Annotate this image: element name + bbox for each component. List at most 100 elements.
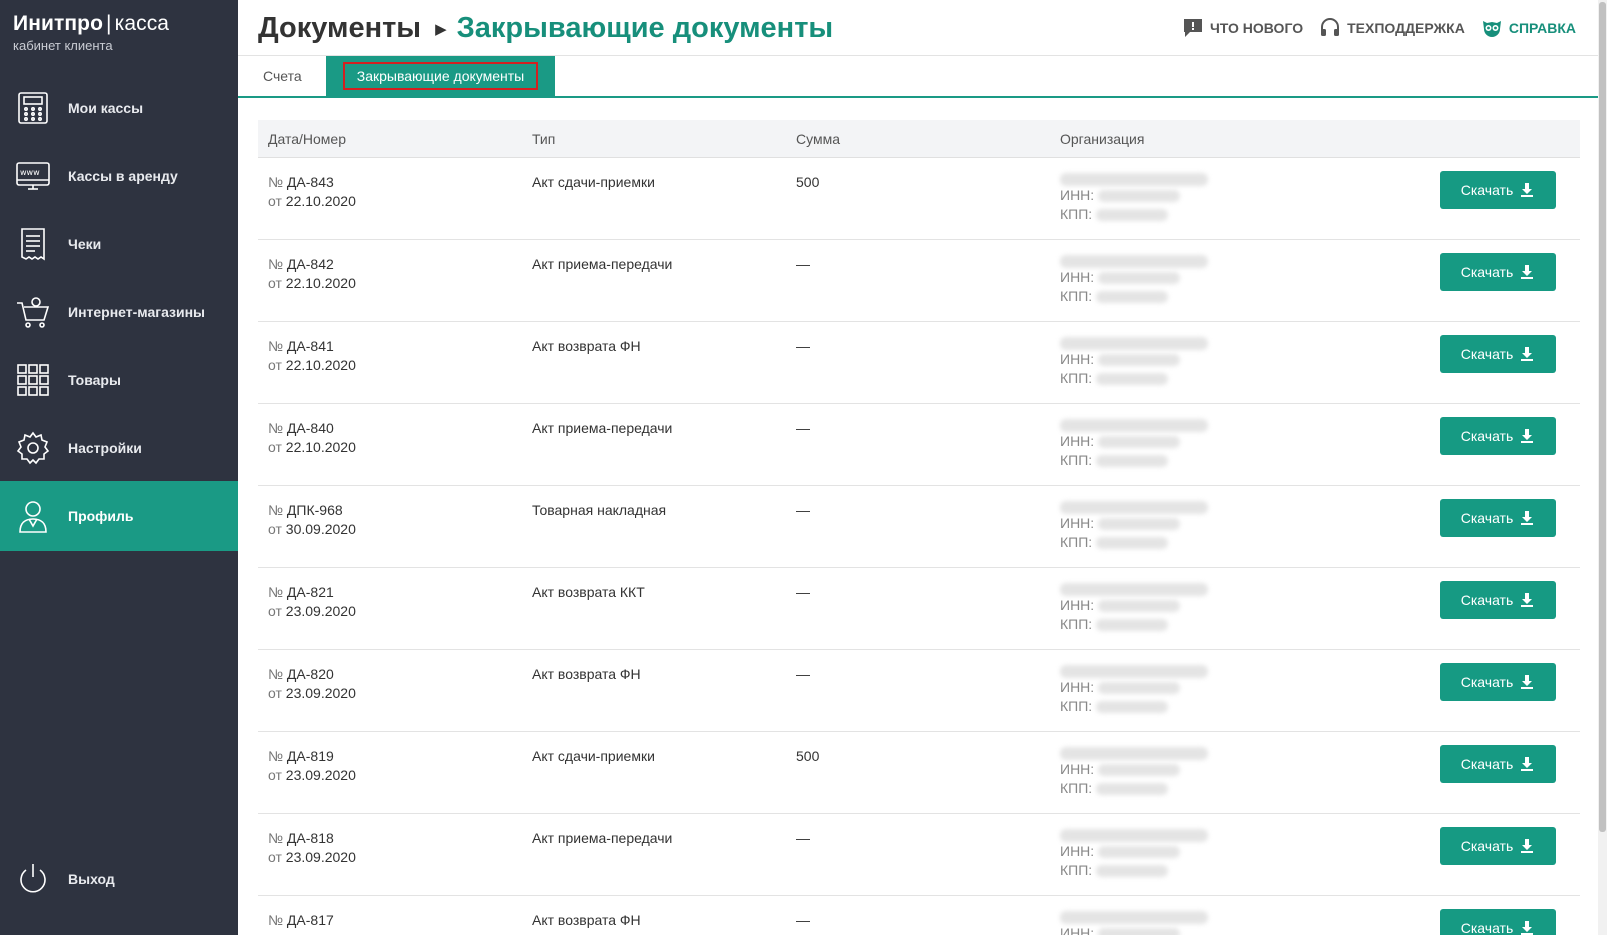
inn-label: ИНН: <box>1060 433 1095 449</box>
document-date: от 23.09.2020 <box>268 602 522 621</box>
breadcrumb: Документы ▶ Закрывающие документы <box>258 12 833 45</box>
org-name <box>1060 255 1440 268</box>
inn-label: ИНН: <box>1060 351 1095 367</box>
download-icon <box>1521 921 1534 935</box>
www-icon: www <box>15 158 51 194</box>
logout-button[interactable]: Выход <box>0 844 238 914</box>
download-button[interactable]: Скачать <box>1440 663 1556 701</box>
download-button[interactable]: Скачать <box>1440 335 1556 373</box>
download-button[interactable]: Скачать <box>1440 581 1556 619</box>
sidebar-item-receipts[interactable]: Чеки <box>0 209 238 279</box>
download-icon <box>1521 511 1534 525</box>
document-number: № ДА-843 <box>268 173 522 192</box>
cell-actions: Скачать <box>1440 896 1580 935</box>
help-link[interactable]: СПРАВКА <box>1481 17 1576 39</box>
power-icon <box>15 861 51 897</box>
kpp-label: КПП: <box>1060 698 1093 714</box>
download-button[interactable]: Скачать <box>1440 417 1556 455</box>
download-icon <box>1521 593 1534 607</box>
org-inn: ИНН: <box>1060 186 1440 205</box>
cell-number: № ДА-841 от 22.10.2020 <box>258 322 522 403</box>
sidebar-item-label: Чеки <box>68 236 102 252</box>
document-number: № ДА-840 <box>268 419 522 438</box>
kpp-label: КПП: <box>1060 206 1093 222</box>
download-button[interactable]: Скачать <box>1440 253 1556 291</box>
redacted-inn <box>1098 681 1181 694</box>
sidebar-item-profile[interactable]: Профиль <box>0 481 238 551</box>
document-number: № ДА-820 <box>268 665 522 684</box>
document-number: № ДА-821 <box>268 583 522 602</box>
redacted-org-name <box>1060 747 1208 760</box>
org-inn: ИНН: <box>1060 760 1440 779</box>
breadcrumb-root[interactable]: Документы <box>258 12 421 45</box>
cell-actions: Скачать <box>1440 650 1580 731</box>
inn-label: ИНН: <box>1060 843 1095 859</box>
scrollbar-thumb[interactable] <box>1599 2 1606 832</box>
document-date: от 22.10.2020 <box>268 438 522 457</box>
download-button[interactable]: Скачать <box>1440 745 1556 783</box>
redacted-org-name <box>1060 911 1208 924</box>
cell-sum: — <box>796 666 810 682</box>
sidebar-item-settings[interactable]: Настройки <box>0 413 238 483</box>
date-prefix: от <box>268 357 282 373</box>
document-date: от 22.10.2020 <box>268 274 522 293</box>
cell-number: № ДА-820 от 23.09.2020 <box>258 650 522 731</box>
inn-label: ИНН: <box>1060 187 1095 203</box>
cell-actions: Скачать <box>1440 486 1580 567</box>
page-title: Закрывающие документы <box>456 12 834 44</box>
whats-new-link[interactable]: ЧТО НОВОГО <box>1182 17 1303 39</box>
cell-sum: — <box>796 502 810 518</box>
inn-label: ИНН: <box>1060 679 1095 695</box>
cell-actions: Скачать <box>1440 158 1580 239</box>
sidebar-item-label: Интернет-магазины <box>68 304 206 320</box>
cell-actions: Скачать <box>1440 240 1580 321</box>
cell-type: Акт приема-передачи <box>532 256 673 272</box>
download-button[interactable]: Скачать <box>1440 171 1556 209</box>
date-prefix: от <box>268 767 282 783</box>
sidebar-item-my-registers[interactable]: Мои кассы <box>0 73 238 143</box>
download-button[interactable]: Скачать <box>1440 909 1556 935</box>
org-inn: ИНН: <box>1060 924 1440 935</box>
sidebar-item-label: Настройки <box>68 440 142 456</box>
download-button[interactable]: Скачать <box>1440 827 1556 865</box>
svg-text:www: www <box>20 168 40 177</box>
redacted-inn <box>1098 517 1181 530</box>
redacted-inn <box>1098 189 1181 202</box>
date-value: 23.09.2020 <box>285 767 356 783</box>
cell-organization: ИНН: КПП: <box>1050 322 1440 403</box>
org-kpp: КПП: <box>1060 615 1440 634</box>
sidebar-item-rental-registers[interactable]: www Кассы в аренду <box>0 141 238 211</box>
kpp-label: КПП: <box>1060 370 1093 386</box>
date-prefix: от <box>268 193 282 209</box>
tab-accounts[interactable]: Счета <box>263 56 303 96</box>
support-link[interactable]: ТЕХПОДДЕРЖКА <box>1319 17 1465 39</box>
brand-name: Инитпро <box>13 12 104 35</box>
tab-closing-documents-label: Закрывающие документы <box>342 62 539 90</box>
download-icon <box>1521 839 1534 853</box>
cell-type: Акт приема-передачи <box>532 830 673 846</box>
user-icon <box>15 498 51 534</box>
cell-number: № ДА-821 от 23.09.2020 <box>258 568 522 649</box>
download-label: Скачать <box>1460 756 1514 772</box>
sidebar-item-products[interactable]: Товары <box>0 345 238 415</box>
number-value: ДА-843 <box>286 174 334 190</box>
redacted-kpp <box>1096 864 1169 877</box>
number-value: ДА-842 <box>286 256 334 272</box>
redacted-org-name <box>1060 419 1208 432</box>
download-button[interactable]: Скачать <box>1440 499 1556 537</box>
redacted-org-name <box>1060 829 1208 842</box>
document-date: от 23.09.2020 <box>268 766 522 785</box>
tab-closing-documents[interactable]: Закрывающие документы <box>326 56 555 96</box>
table-row: № ДА-841 от 22.10.2020 Акт возврата ФН —… <box>258 322 1580 404</box>
cell-actions: Скачать <box>1440 404 1580 485</box>
org-inn: ИНН: <box>1060 678 1440 697</box>
sidebar-item-online-stores[interactable]: Интернет-магазины <box>0 277 238 347</box>
date-value: 23.09.2020 <box>285 685 356 701</box>
documents-table: Дата/Номер Тип Сумма Организация № ДА-84… <box>258 120 1580 935</box>
column-header-sum: Сумма <box>796 130 840 147</box>
download-label: Скачать <box>1460 920 1514 935</box>
number-prefix: № <box>268 338 284 354</box>
redacted-inn <box>1098 845 1181 858</box>
inn-label: ИНН: <box>1060 515 1095 531</box>
document-date: от 22.10.2020 <box>268 356 522 375</box>
